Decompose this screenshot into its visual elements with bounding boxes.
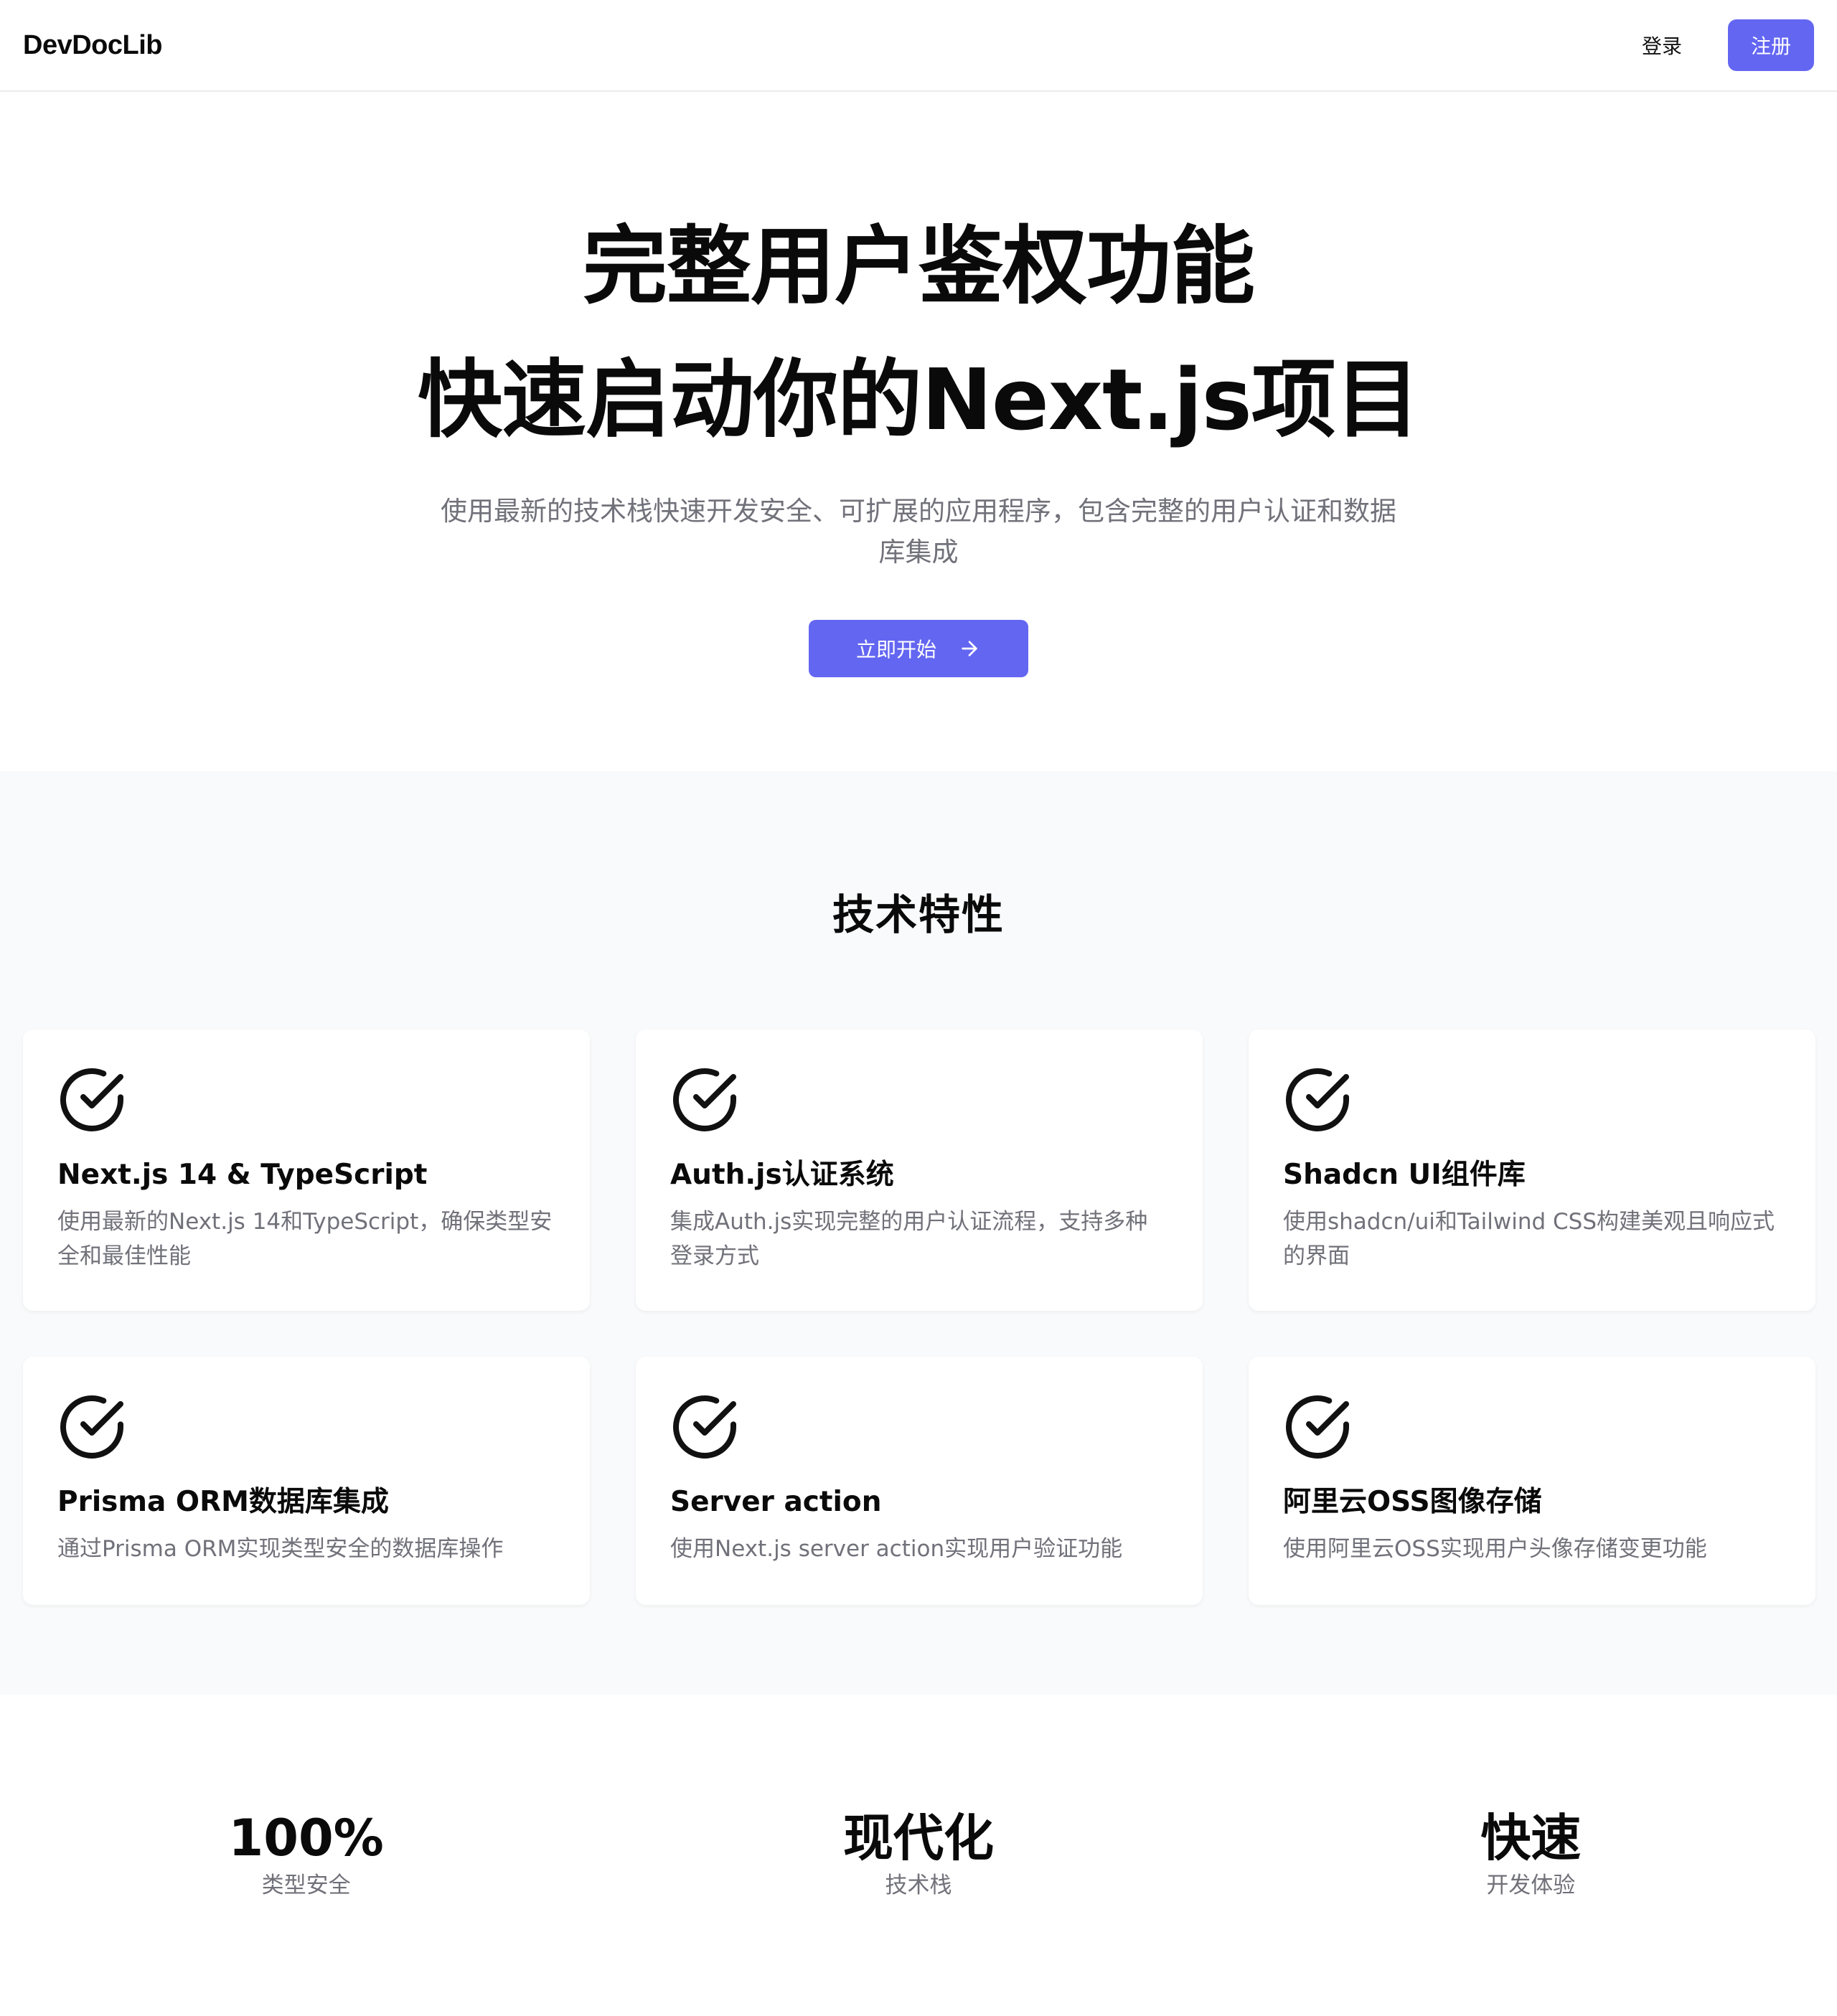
stat-dev-experience: 快速 开发体验 <box>1225 1808 1837 2015</box>
navbar: DevDocLib 登录 注册 <box>0 0 1837 92</box>
feature-description: 使用Next.js server action实现用户验证功能 <box>670 1536 1123 1562</box>
hero-subtitle: 使用最新的技术栈快速开发安全、可扩展的应用程序，包含完整的用户认证和数据库集成 <box>441 496 1396 567</box>
feature-description: 使用阿里云OSS实现用户头像存储变更功能 <box>1283 1536 1707 1562</box>
stat-value: 100% <box>228 1809 384 1867</box>
hero-title-line-2: 快速启动你的Next.js项目 <box>418 350 1420 449</box>
stat-label: 类型安全 <box>261 1873 351 1898</box>
check-circle-icon <box>1286 1395 1349 1459</box>
stats-section: 100% 类型安全 现代化 技术栈 快速 开发体验 <box>0 1695 1837 2015</box>
stat-label: 技术栈 <box>885 1873 952 1898</box>
feature-title: Server action <box>670 1486 882 1518</box>
check-circle-icon <box>673 1395 736 1459</box>
feature-card: Server action 使用Next.js server action实现用… <box>636 1357 1203 1605</box>
hero-title-line-1: 完整用户鉴权功能 <box>582 217 1255 316</box>
stat-value: 现代化 <box>842 1809 994 1867</box>
login-button[interactable]: 登录 <box>1622 19 1702 71</box>
feature-card: Prisma ORM数据库集成 通过Prisma ORM实现类型安全的数据库操作 <box>23 1357 590 1605</box>
feature-description: 通过Prisma ORM实现类型安全的数据库操作 <box>57 1536 504 1562</box>
feature-description: 集成Auth.js实现完整的用户认证流程，支持多种登录方式 <box>670 1209 1148 1269</box>
check-circle-icon <box>673 1068 736 1131</box>
feature-card: Shadcn UI组件库 使用shadcn/ui和Tailwind CSS构建美… <box>1249 1030 1815 1311</box>
features-title: 技术特性 <box>832 890 1005 939</box>
feature-card: Auth.js认证系统 集成Auth.js实现完整的用户认证流程，支持多种登录方… <box>636 1030 1203 1311</box>
feature-card: Next.js 14 & TypeScript 使用最新的Next.js 14和… <box>23 1030 590 1311</box>
get-started-button[interactable]: 立即开始 <box>809 620 1028 677</box>
feature-title: Next.js 14 & TypeScript <box>57 1159 428 1191</box>
feature-title: 阿里云OSS图像存储 <box>1283 1486 1542 1518</box>
stat-tech-stack: 现代化 技术栈 <box>612 1808 1224 2015</box>
stat-type-safety: 100% 类型安全 <box>0 1808 612 2015</box>
feature-title: Shadcn UI组件库 <box>1283 1159 1526 1191</box>
feature-title: Auth.js认证系统 <box>670 1159 894 1191</box>
arrow-right-icon <box>962 641 977 656</box>
check-circle-icon <box>60 1395 123 1459</box>
stat-value: 快速 <box>1480 1809 1582 1867</box>
feature-title: Prisma ORM数据库集成 <box>57 1486 389 1518</box>
feature-card: 阿里云OSS图像存储 使用阿里云OSS实现用户头像存储变更功能 <box>1249 1357 1815 1605</box>
brand-logo-text[interactable]: DevDocLib <box>23 30 162 61</box>
hero-section: 完整用户鉴权功能 快速启动你的Next.js项目 使用最新的技术栈快速开发安全、… <box>0 92 1837 771</box>
feature-grid: Next.js 14 & TypeScript 使用最新的Next.js 14和… <box>0 1030 1837 1605</box>
feature-description: 使用最新的Next.js 14和TypeScript，确保类型安全和最佳性能 <box>57 1209 553 1269</box>
nav-actions: 登录 注册 <box>1622 19 1814 71</box>
stat-label: 开发体验 <box>1486 1873 1576 1898</box>
hero-title: 完整用户鉴权功能 快速启动你的Next.js项目 <box>418 199 1420 466</box>
get-started-label: 立即开始 <box>855 638 936 661</box>
check-circle-icon <box>60 1068 123 1131</box>
check-circle-icon <box>1286 1068 1349 1131</box>
features-section: 技术特性 Next.js 14 & TypeScript 使用最新的Next.j… <box>0 771 1837 1695</box>
feature-description: 使用shadcn/ui和Tailwind CSS构建美观且响应式的界面 <box>1283 1209 1775 1269</box>
signup-button[interactable]: 注册 <box>1728 19 1814 71</box>
